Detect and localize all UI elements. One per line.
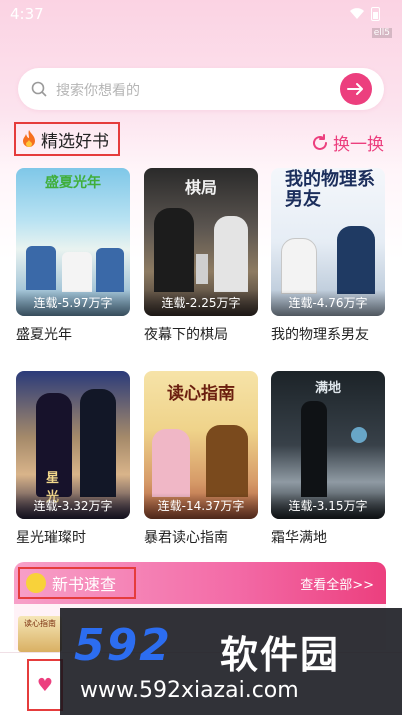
book-card[interactable]: 星光 连载-3.32万字 星光璀璨时 [16, 371, 130, 547]
refresh-icon [313, 133, 327, 150]
watermark-logo-cn: 软件园 [220, 633, 341, 677]
watermark-logo: 592 [74, 620, 172, 671]
book-meta: 连载-14.37万字 [144, 493, 258, 519]
new-books-header: 新书速查 [18, 567, 136, 599]
book-title[interactable]: 夜幕下的棋局 [144, 324, 258, 344]
refresh-label: 换一换 [333, 135, 384, 155]
book-title[interactable]: 我的物理系男友 [271, 324, 385, 344]
book-cover[interactable]: 我的物理系男友 连载-4.76万字 [271, 168, 385, 316]
book-card[interactable]: 满地 连载-3.15万字 霜华满地 [271, 371, 385, 547]
book-title[interactable]: 霜华满地 [271, 527, 385, 547]
search-bar[interactable]: 搜索你想看的 [18, 68, 384, 110]
status-time: 4:37 [10, 5, 44, 23]
book-cover[interactable]: 读心指南 连载-14.37万字 [144, 371, 258, 519]
fire-icon [23, 130, 35, 147]
search-icon [31, 81, 47, 97]
cover-title: 读心指南 [167, 384, 235, 404]
book-meta: 连载-2.25万字 [144, 290, 258, 316]
tab-home[interactable]: ♥ [27, 659, 63, 711]
new-books-banner: 新书速查 查看全部>> [14, 562, 386, 604]
book-meta: 连载-3.32万字 [16, 493, 130, 519]
search-submit-button[interactable] [340, 73, 372, 105]
book-meta: 连载-3.15万字 [271, 493, 385, 519]
book-title[interactable]: 盛夏光年 [16, 324, 130, 344]
book-cover[interactable]: 星光 连载-3.32万字 [16, 371, 130, 519]
cover-title: 盛夏光年 [45, 175, 101, 191]
new-books-title: 新书速查 [52, 575, 117, 594]
site-watermark: 592 软件园 www.592xiazai.com [60, 608, 402, 715]
search-input[interactable]: 搜索你想看的 [56, 80, 140, 100]
refresh-button[interactable]: 换一换 [311, 130, 384, 155]
mini-cover-title: 读心指南 [24, 619, 56, 628]
book-card[interactable]: 棋局 连载-2.25万字 夜幕下的棋局 [144, 168, 258, 344]
cover-title: 满地 [314, 381, 341, 396]
cover-title: 棋局 [184, 178, 217, 197]
book-cover[interactable]: 满地 连载-3.15万字 [271, 371, 385, 519]
book-title[interactable]: 星光璀璨时 [16, 527, 130, 547]
cover-title: 我的物理系男友 [285, 169, 375, 210]
status-bar: 4:37 ell5 [0, 0, 402, 38]
new-book-cover[interactable]: 读心指南 [18, 616, 62, 652]
watermark-url: www.592xiazai.com [80, 678, 299, 703]
book-meta: 连载-5.97万字 [16, 290, 130, 316]
featured-section-header: 精选好书 [14, 122, 120, 156]
status-icons [349, 7, 380, 21]
book-card[interactable]: 盛夏光年 连载-5.97万字 盛夏光年 [16, 168, 130, 344]
heart-icon: ♥ [36, 674, 54, 696]
book-cover[interactable]: 棋局 连载-2.25万字 [144, 168, 258, 316]
arrow-right-icon [347, 83, 363, 95]
featured-title: 精选好书 [41, 131, 109, 152]
book-meta: 连载-4.76万字 [271, 290, 385, 316]
status-tag: ell5 [371, 28, 392, 38]
book-card[interactable]: 读心指南 连载-14.37万字 暴君读心指南 [144, 371, 258, 547]
book-title[interactable]: 暴君读心指南 [144, 527, 258, 547]
see-all-link[interactable]: 查看全部>> [300, 574, 374, 593]
battery-icon [371, 7, 380, 21]
wifi-icon [350, 8, 364, 19]
book-cover[interactable]: 盛夏光年 连载-5.97万字 [16, 168, 130, 316]
book-card[interactable]: 我的物理系男友 连载-4.76万字 我的物理系男友 [271, 168, 385, 344]
emoji-face-icon [26, 573, 46, 593]
